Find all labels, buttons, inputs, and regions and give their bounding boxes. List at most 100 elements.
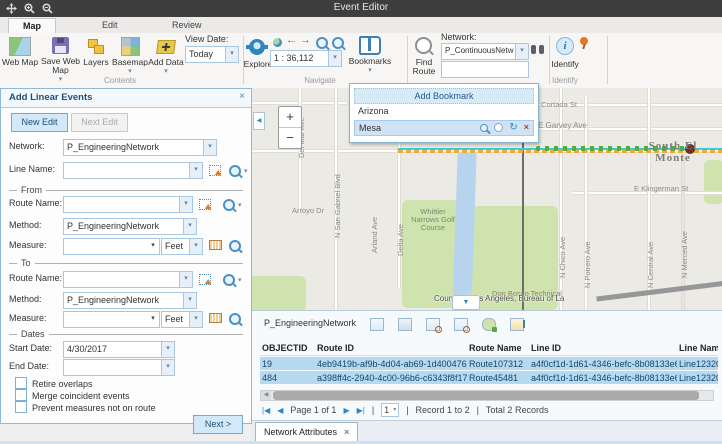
network-select[interactable]: P_ContinuousNetwork ▾ bbox=[441, 43, 529, 60]
zoom-to-selection-icon[interactable] bbox=[426, 318, 440, 333]
pan-to-selection-icon[interactable] bbox=[454, 318, 468, 333]
find-route-icon[interactable] bbox=[415, 37, 432, 56]
column-header[interactable]: Route Name bbox=[467, 343, 529, 353]
identify-icon[interactable]: i bbox=[556, 37, 574, 55]
dropdown-caret-icon[interactable]: ▾ bbox=[189, 239, 202, 254]
from-measure-field[interactable]: ▾ bbox=[63, 238, 160, 255]
start-date-field[interactable]: 4/30/2017 ▾ bbox=[63, 341, 175, 358]
zoom-out-tool-icon[interactable] bbox=[332, 37, 344, 51]
binoculars-icon[interactable] bbox=[531, 45, 544, 56]
map-scale-input[interactable]: 1 : 36,112 ▾ bbox=[270, 50, 342, 67]
tab-close-icon[interactable]: × bbox=[344, 427, 349, 437]
end-date-field[interactable]: ▾ bbox=[63, 359, 175, 376]
tab-map[interactable]: Map bbox=[8, 18, 56, 34]
table-row[interactable]: 484 a398ff4c-2940-4c00-96b6-c6343f8f1711… bbox=[260, 371, 718, 384]
prevent-measures-option[interactable]: Prevent measures not on route bbox=[15, 401, 156, 413]
next-page-icon[interactable]: ▶ bbox=[343, 406, 349, 415]
network-field[interactable]: P_EngineeringNetwork ▾ bbox=[63, 139, 217, 156]
to-method-field[interactable]: P_EngineeringNetwork ▾ bbox=[63, 292, 197, 309]
bookmark-item-mesa[interactable]: Mesa ↻ × bbox=[354, 120, 534, 136]
table-collapse-chevron[interactable]: ▼ bbox=[452, 295, 480, 310]
explore-icon[interactable] bbox=[249, 39, 265, 57]
bookmark-refresh-icon[interactable]: ↻ bbox=[509, 122, 517, 133]
show-selected-records-icon[interactable] bbox=[370, 318, 384, 333]
identify-button[interactable]: Identify bbox=[545, 60, 585, 69]
new-edit-button[interactable]: New Edit bbox=[11, 113, 68, 132]
zoom-options-caret-icon[interactable]: ▾ bbox=[238, 202, 242, 209]
panel-close-icon[interactable]: × bbox=[239, 91, 245, 102]
zoom-options-caret-icon[interactable]: ▾ bbox=[244, 168, 248, 175]
bookmark-delete-icon[interactable]: × bbox=[524, 122, 529, 133]
measure-ruler-icon[interactable] bbox=[209, 313, 222, 325]
pushpin-icon[interactable] bbox=[580, 37, 588, 47]
layer-tab-label[interactable]: P_EngineeringNetwork bbox=[264, 318, 356, 328]
merge-coincident-option[interactable]: Merge coincident events bbox=[15, 389, 130, 401]
next-edit-button[interactable]: Next Edit bbox=[71, 113, 128, 132]
dropdown-caret-icon[interactable]: ▾ bbox=[189, 312, 202, 327]
previous-page-icon[interactable]: ◀ bbox=[277, 406, 283, 415]
dropdown-caret-icon[interactable]: ▾ bbox=[179, 272, 192, 287]
retire-overlaps-checkbox[interactable] bbox=[15, 377, 27, 389]
select-line-on-map-icon[interactable] bbox=[209, 165, 221, 178]
bookmarks-caret-icon[interactable]: ▾ bbox=[346, 67, 394, 74]
dropdown-caret-icon[interactable]: ▾ bbox=[161, 360, 174, 375]
retire-overlaps-option[interactable]: Retire overlaps bbox=[15, 377, 93, 389]
save-web-map-icon[interactable] bbox=[52, 37, 69, 56]
add-bookmark-button[interactable]: Add Bookmark bbox=[354, 88, 534, 104]
bookmarks-icon[interactable] bbox=[359, 36, 381, 57]
dropdown-caret-icon[interactable]: ▾ bbox=[203, 140, 216, 155]
last-page-icon[interactable]: ▶| bbox=[357, 406, 365, 415]
dropdown-caret-icon[interactable]: ▾ bbox=[183, 293, 196, 308]
zoom-in-tool-icon[interactable] bbox=[316, 37, 328, 51]
column-header[interactable]: Route ID bbox=[315, 343, 467, 353]
dropdown-caret-icon[interactable]: ▾ bbox=[183, 219, 196, 234]
table-row[interactable]: 19 4eb9419b-af9b-4d04-ab69-1d400476802b … bbox=[260, 357, 718, 370]
select-route-on-map-icon[interactable] bbox=[199, 274, 211, 287]
bookmark-pan-icon[interactable] bbox=[494, 123, 503, 132]
column-header[interactable]: Line ID bbox=[529, 343, 677, 353]
dropdown-caret-icon[interactable]: ▾ bbox=[147, 312, 159, 327]
from-method-field[interactable]: P_EngineeringNetwork ▾ bbox=[63, 218, 197, 235]
column-header[interactable]: OBJECTID bbox=[260, 343, 315, 353]
dropdown-caret-icon[interactable]: ▾ bbox=[515, 44, 528, 59]
scrollbar-thumb[interactable] bbox=[273, 391, 699, 400]
zoom-to-measure-icon[interactable] bbox=[229, 313, 241, 327]
table-view-icon[interactable] bbox=[398, 318, 412, 333]
line-name-field[interactable]: ▾ bbox=[63, 162, 203, 179]
tab-network-attributes[interactable]: Network Attributes× bbox=[255, 422, 358, 442]
map-zoom-out-button[interactable]: − bbox=[279, 127, 301, 148]
sort-icon[interactable] bbox=[510, 318, 524, 333]
dropdown-caret-icon[interactable]: ▾ bbox=[225, 47, 238, 62]
tab-review[interactable]: Review bbox=[158, 18, 216, 32]
next-button[interactable]: Next > bbox=[193, 415, 243, 434]
zoom-to-route-icon[interactable] bbox=[223, 199, 235, 213]
basemap-icon[interactable] bbox=[121, 37, 140, 58]
web-map-button[interactable]: Web Map bbox=[0, 58, 40, 67]
add-data-caret-icon[interactable]: ▾ bbox=[142, 68, 190, 75]
select-route-on-map-icon[interactable] bbox=[199, 199, 211, 212]
dropdown-caret-icon[interactable]: ▾ bbox=[179, 197, 192, 212]
bookmark-item-arizona[interactable]: Arizona bbox=[354, 105, 534, 118]
from-route-name-field[interactable]: ▾ bbox=[63, 196, 193, 213]
add-data-button[interactable]: Add Data bbox=[142, 58, 190, 67]
zoom-to-measure-icon[interactable] bbox=[229, 240, 241, 254]
page-number-select[interactable]: 1 ▾ bbox=[381, 403, 399, 417]
layers-icon[interactable] bbox=[88, 39, 104, 56]
measure-ruler-icon[interactable] bbox=[209, 240, 222, 252]
prevent-measures-checkbox[interactable] bbox=[15, 401, 27, 413]
panel-collapse-arrow[interactable]: ◀ bbox=[253, 112, 265, 130]
to-route-name-field[interactable]: ▾ bbox=[63, 271, 193, 288]
column-header[interactable]: Line Name bbox=[677, 343, 718, 353]
map-zoom-in-button[interactable]: + bbox=[279, 107, 301, 127]
next-extent-icon[interactable]: → bbox=[300, 34, 311, 46]
dropdown-caret-icon[interactable]: ▾ bbox=[189, 163, 202, 178]
zoom-to-route-icon[interactable] bbox=[223, 274, 235, 288]
first-page-icon[interactable]: |◀ bbox=[262, 406, 270, 415]
zoom-to-line-icon[interactable] bbox=[229, 165, 241, 179]
zoom-options-caret-icon[interactable]: ▾ bbox=[238, 277, 242, 284]
add-data-icon[interactable] bbox=[157, 40, 175, 56]
scroll-left-icon[interactable]: ◀ bbox=[261, 391, 271, 400]
view-date-select[interactable]: Today ▾ bbox=[185, 46, 239, 63]
horizontal-scrollbar[interactable]: ◀ bbox=[260, 390, 714, 401]
dropdown-caret-icon[interactable]: ▾ bbox=[147, 239, 159, 254]
